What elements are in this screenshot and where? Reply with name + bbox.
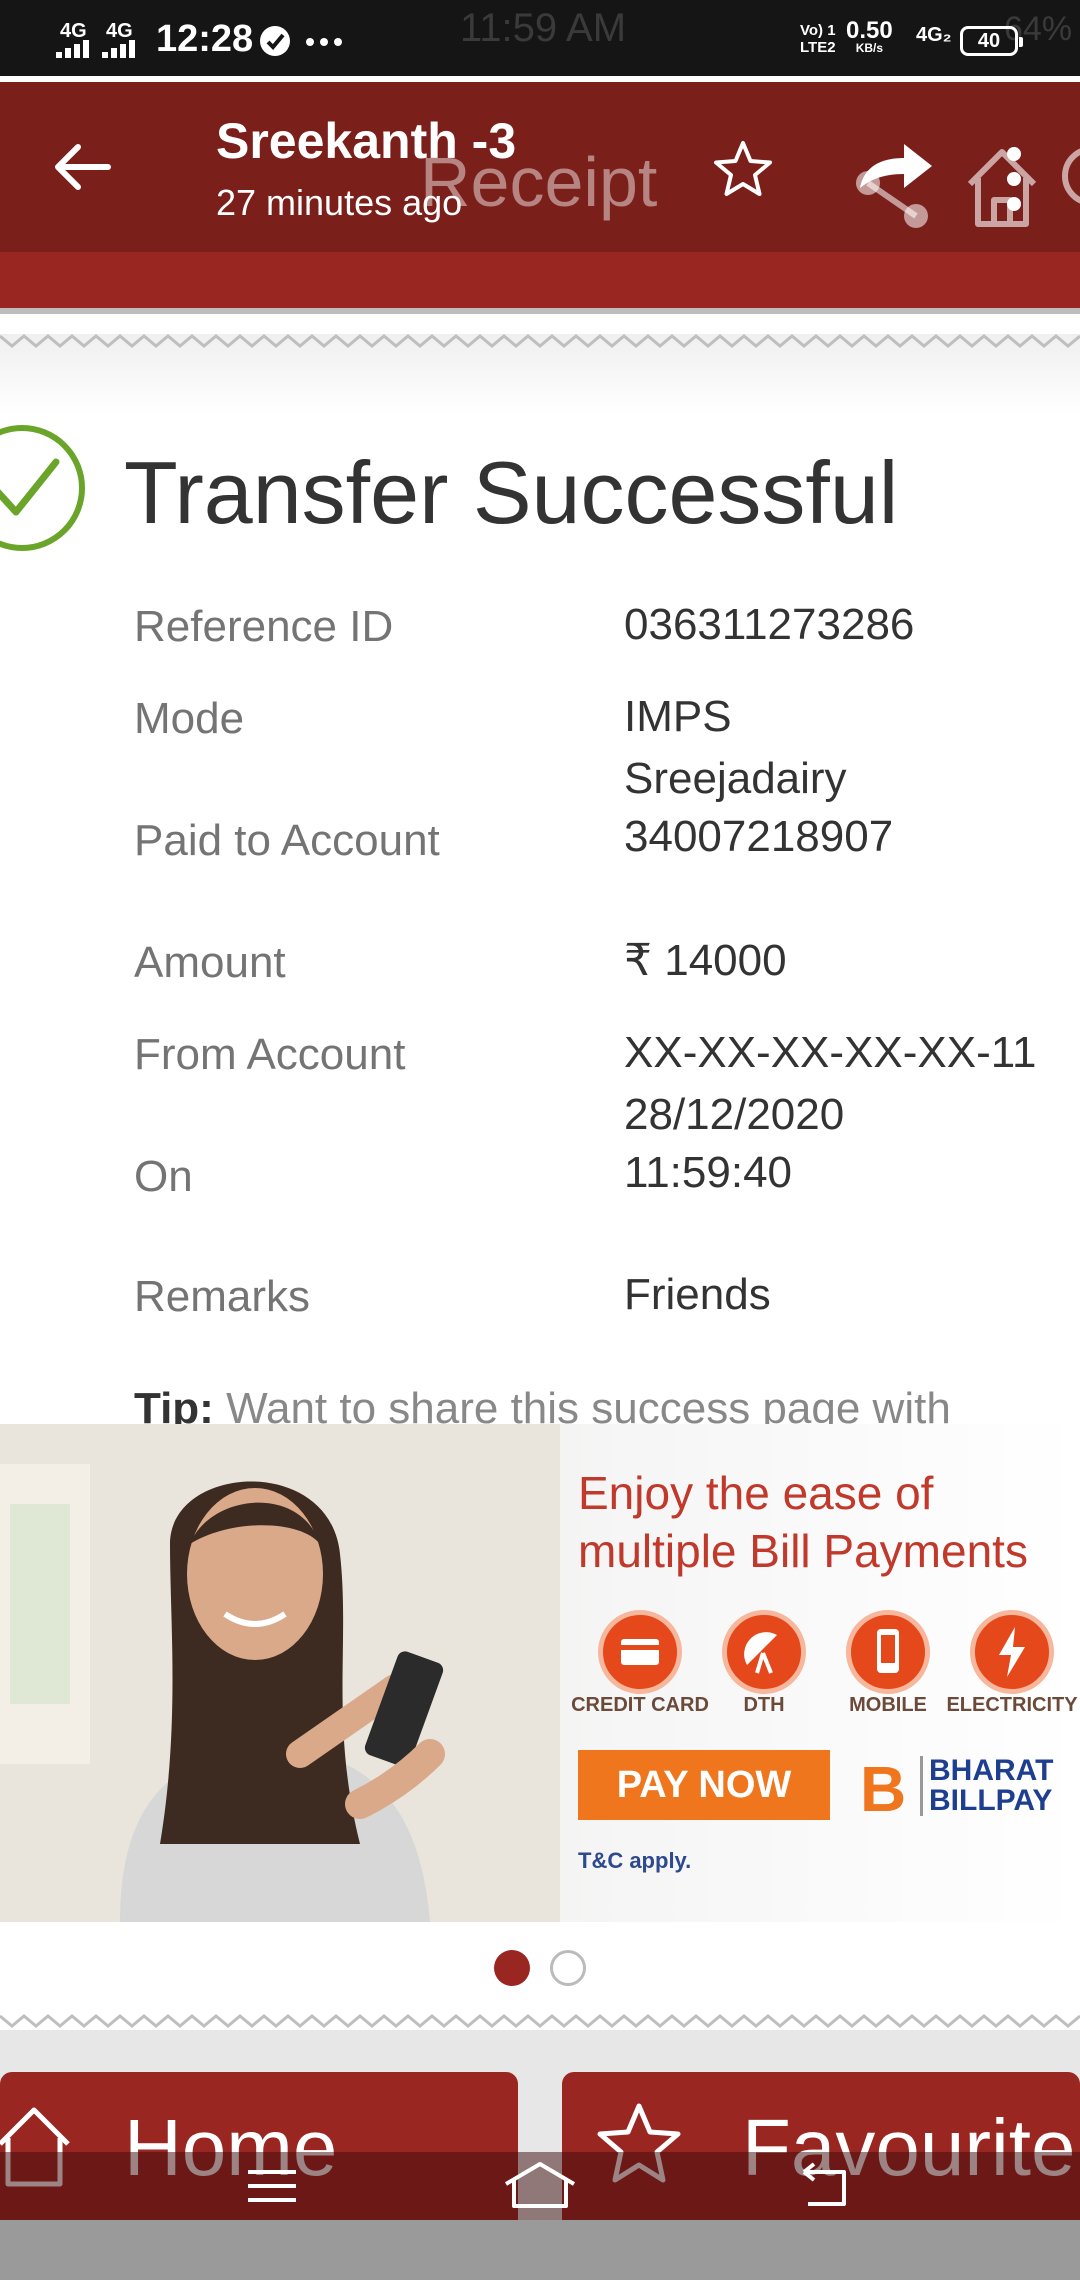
transfer-status-title: Transfer Successful xyxy=(124,443,899,542)
detail-label: Mode xyxy=(134,694,245,743)
detail-value-line1: 28/12/2020 xyxy=(624,1090,845,1139)
bharat-billpay-logo-icon: B xyxy=(860,1753,907,1825)
network-2-label: 4G₂ xyxy=(916,24,952,46)
page-title: Sreekanth -3 xyxy=(216,113,517,169)
status-bar: 11:59 AM 64% 4G 4G 12:28 Vo) 1 LTE2 0.50… xyxy=(0,0,1080,76)
promo-photo xyxy=(0,1424,560,1922)
detail-label: Reference ID xyxy=(134,602,394,651)
app-bar: Receipt Sreekanth -3 27 minutes ago xyxy=(0,82,1080,252)
more-notifications-icon xyxy=(306,38,342,46)
carousel-dot[interactable] xyxy=(550,1950,586,1986)
signal-2-icon xyxy=(102,40,140,58)
network-rate: 0.50 KB/s xyxy=(846,17,893,55)
back-nav-icon[interactable] xyxy=(794,2158,854,2214)
back-arrow-icon[interactable] xyxy=(48,132,118,202)
pay-now-button[interactable]: PAY NOW xyxy=(578,1750,830,1820)
mobile-icon xyxy=(846,1610,930,1694)
electricity-icon xyxy=(970,1610,1054,1694)
promo-headline: Enjoy the ease of multiple Bill Payments xyxy=(578,1467,1028,1577)
more-options-icon[interactable] xyxy=(1004,144,1024,214)
detail-value: IMPS xyxy=(624,692,732,741)
detail-value-line2: 11:59:40 xyxy=(624,1148,793,1197)
detail-label: Amount xyxy=(134,938,286,987)
detail-value: ₹ 14000 xyxy=(624,936,787,985)
detail-value-line2: 34007218907 xyxy=(624,812,894,861)
detail-label: On xyxy=(134,1152,193,1201)
page-subtitle: 27 minutes ago xyxy=(216,182,463,223)
volte-indicator: Vo) 1 LTE2 xyxy=(800,22,836,56)
ghost-time: 11:59 AM xyxy=(460,6,627,50)
home-icon[interactable] xyxy=(964,144,1040,230)
category-label: MOBILE xyxy=(849,1694,927,1716)
detail-value: Friends xyxy=(624,1270,771,1319)
dth-icon xyxy=(722,1610,806,1694)
nav-bar-bottom xyxy=(0,2220,1080,2280)
zigzag-edge-bottom xyxy=(0,2014,1080,2028)
terms-text: T&C apply. xyxy=(578,1848,692,1873)
carousel-dot-active[interactable] xyxy=(494,1950,530,1986)
zigzag-edge-top xyxy=(0,334,1080,348)
header-band xyxy=(0,252,1080,308)
share-icon[interactable] xyxy=(852,138,936,228)
credit-card-icon xyxy=(598,1610,682,1694)
detail-value-line1: Sreejadairy xyxy=(624,754,847,803)
signal-1-icon xyxy=(56,40,94,58)
detail-label: From Account xyxy=(134,1030,406,1079)
home-nav-icon[interactable] xyxy=(500,2158,580,2214)
receipt-card: Transfer Successful Reference ID 0363112… xyxy=(0,334,1080,1424)
notification-icon xyxy=(260,26,290,56)
success-check-icon xyxy=(0,425,85,551)
menu-icon[interactable] xyxy=(244,2158,300,2214)
bharat-billpay-logo-text: BHARAT BILLPAY xyxy=(920,1756,1053,1816)
battery-icon: 40 xyxy=(960,26,1023,56)
category-label: ELECTRICITY xyxy=(946,1694,1078,1716)
status-time: 12:28 xyxy=(156,18,254,60)
edge-circle-icon xyxy=(1062,146,1080,206)
detail-value: 036311273286 xyxy=(624,600,915,649)
system-nav-bar xyxy=(0,2152,1080,2220)
star-icon[interactable] xyxy=(712,138,774,200)
detail-value: XX-XX-XX-XX-XX-11 xyxy=(624,1028,1037,1077)
category-label: DTH xyxy=(743,1694,785,1716)
divider xyxy=(0,308,1080,314)
tip-text: Tip: Want to share this success page wit… xyxy=(134,1384,951,1424)
promo-banner[interactable]: Enjoy the ease of multiple Bill Payments… xyxy=(0,1424,1080,1922)
detail-label: Remarks xyxy=(134,1272,311,1321)
detail-label: Paid to Account xyxy=(134,816,440,865)
category-label: CREDIT CARD xyxy=(571,1694,709,1716)
